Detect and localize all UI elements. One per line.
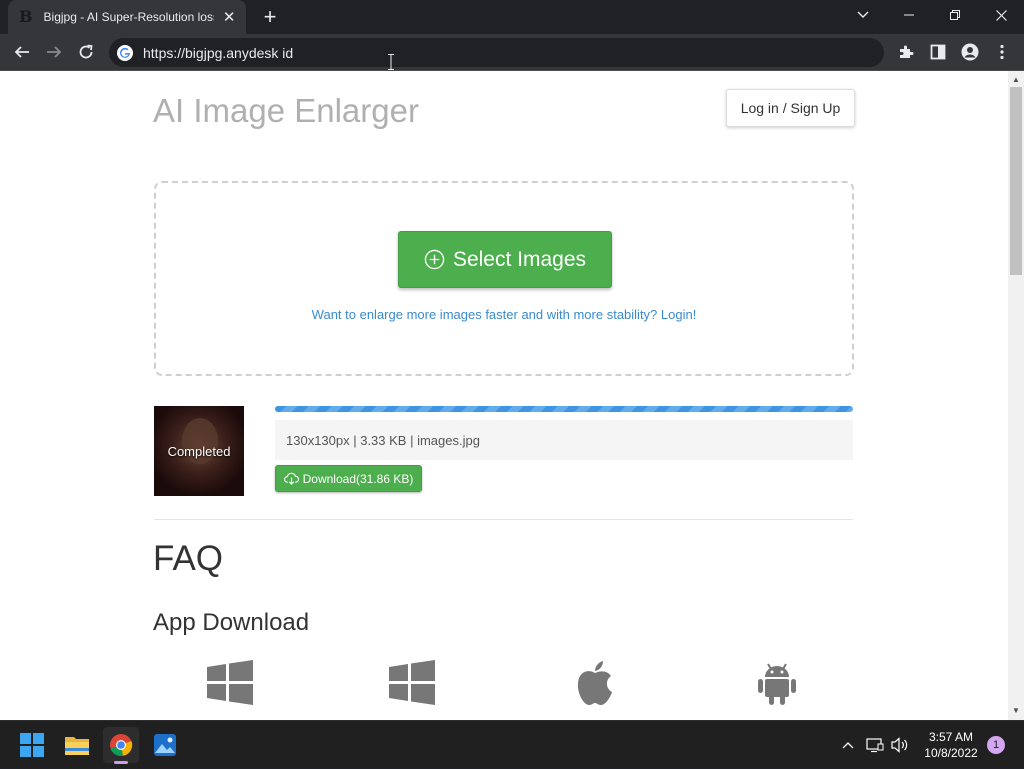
- apple-icon[interactable]: [571, 659, 619, 707]
- download-button[interactable]: Download(31.86 KB): [275, 465, 422, 492]
- scroll-down-arrow-icon[interactable]: ▼: [1008, 704, 1024, 718]
- restore-icon[interactable]: [932, 0, 978, 30]
- extensions-icon[interactable]: [894, 40, 918, 64]
- minimize-icon[interactable]: [886, 0, 932, 30]
- scroll-up-arrow-icon[interactable]: ▲: [1008, 73, 1024, 87]
- select-images-button[interactable]: Select Images: [398, 231, 612, 288]
- add-circle-icon: [424, 249, 445, 270]
- network-icon[interactable]: [864, 721, 886, 769]
- android-icon[interactable]: [753, 659, 801, 707]
- volume-icon[interactable]: [889, 721, 911, 769]
- bigjpg-favicon-icon: B: [19, 7, 33, 26]
- windows-taskbar: 3:57 AM 10/8/2022 1: [0, 720, 1024, 768]
- clock-time: 3:57 AM: [928, 730, 974, 744]
- upload-progress-bar: [275, 406, 853, 412]
- new-tab-plus-icon[interactable]: +: [258, 6, 282, 28]
- window-close-icon[interactable]: [978, 0, 1024, 30]
- login-hint-link[interactable]: Want to enlarge more images faster and w…: [156, 307, 852, 322]
- upload-dropzone[interactable]: Select Images Want to enlarge more image…: [154, 181, 854, 376]
- menu-kebab-icon[interactable]: [990, 40, 1014, 64]
- faq-heading: FAQ: [153, 539, 224, 578]
- clock-date: 10/8/2022: [924, 746, 978, 760]
- tray-chevron-up-icon[interactable]: [838, 721, 858, 769]
- thumbnail-status: Completed: [167, 443, 231, 459]
- download-label: Download(31.86 KB): [302, 471, 414, 486]
- app-download-heading: App Download: [153, 609, 310, 636]
- windows-start-icon[interactable]: [14, 727, 50, 763]
- active-app-indicator: [114, 761, 128, 764]
- google-icon: [117, 44, 133, 61]
- windows-icon[interactable]: [206, 659, 254, 707]
- forward-arrow-icon[interactable]: [42, 40, 66, 64]
- browser-toolbar: https://bigjpg.anydesk id: [0, 34, 1024, 71]
- back-arrow-icon[interactable]: [10, 40, 34, 64]
- login-signup-button[interactable]: Log in / Sign Up: [726, 89, 855, 127]
- chrome-icon[interactable]: [103, 727, 139, 763]
- profile-icon[interactable]: [958, 40, 982, 64]
- notification-badge[interactable]: 1: [987, 736, 1005, 754]
- vertical-scrollbar[interactable]: ▲ ▼: [1008, 71, 1024, 720]
- close-icon[interactable]: ✕: [222, 8, 236, 26]
- side-panel-icon[interactable]: [926, 40, 950, 64]
- address-bar[interactable]: https://bigjpg.anydesk id: [109, 38, 884, 67]
- section-divider: [154, 519, 853, 520]
- url-text: https://bigjpg.anydesk id: [143, 44, 294, 61]
- cloud-download-icon: [283, 472, 299, 485]
- photos-icon[interactable]: [147, 727, 183, 763]
- file-explorer-icon[interactable]: [59, 727, 95, 763]
- text-cursor-icon: [388, 54, 394, 70]
- file-info: 130x130px | 3.33 KB | images.jpg: [275, 420, 853, 460]
- page-title: AI Image Enlarger: [153, 92, 419, 129]
- scroll-thumb[interactable]: [1010, 87, 1022, 275]
- browser-tab[interactable]: B Bigjpg - AI Super-Resolution lossless …: [8, 0, 246, 34]
- windows-icon[interactable]: [388, 659, 436, 707]
- reload-icon[interactable]: [74, 40, 98, 64]
- page-viewport: AI Image Enlarger Log in / Sign Up Selec…: [0, 71, 1008, 720]
- browser-tab-strip: B Bigjpg - AI Super-Resolution lossless …: [0, 0, 1024, 34]
- tab-search-chevron-icon[interactable]: [840, 0, 886, 30]
- image-thumbnail: Completed: [154, 406, 244, 496]
- select-images-label: Select Images: [452, 247, 587, 271]
- system-clock[interactable]: 3:57 AM 10/8/2022: [916, 729, 986, 761]
- tab-title: Bigjpg - AI Super-Resolution lossless im…: [43, 10, 215, 24]
